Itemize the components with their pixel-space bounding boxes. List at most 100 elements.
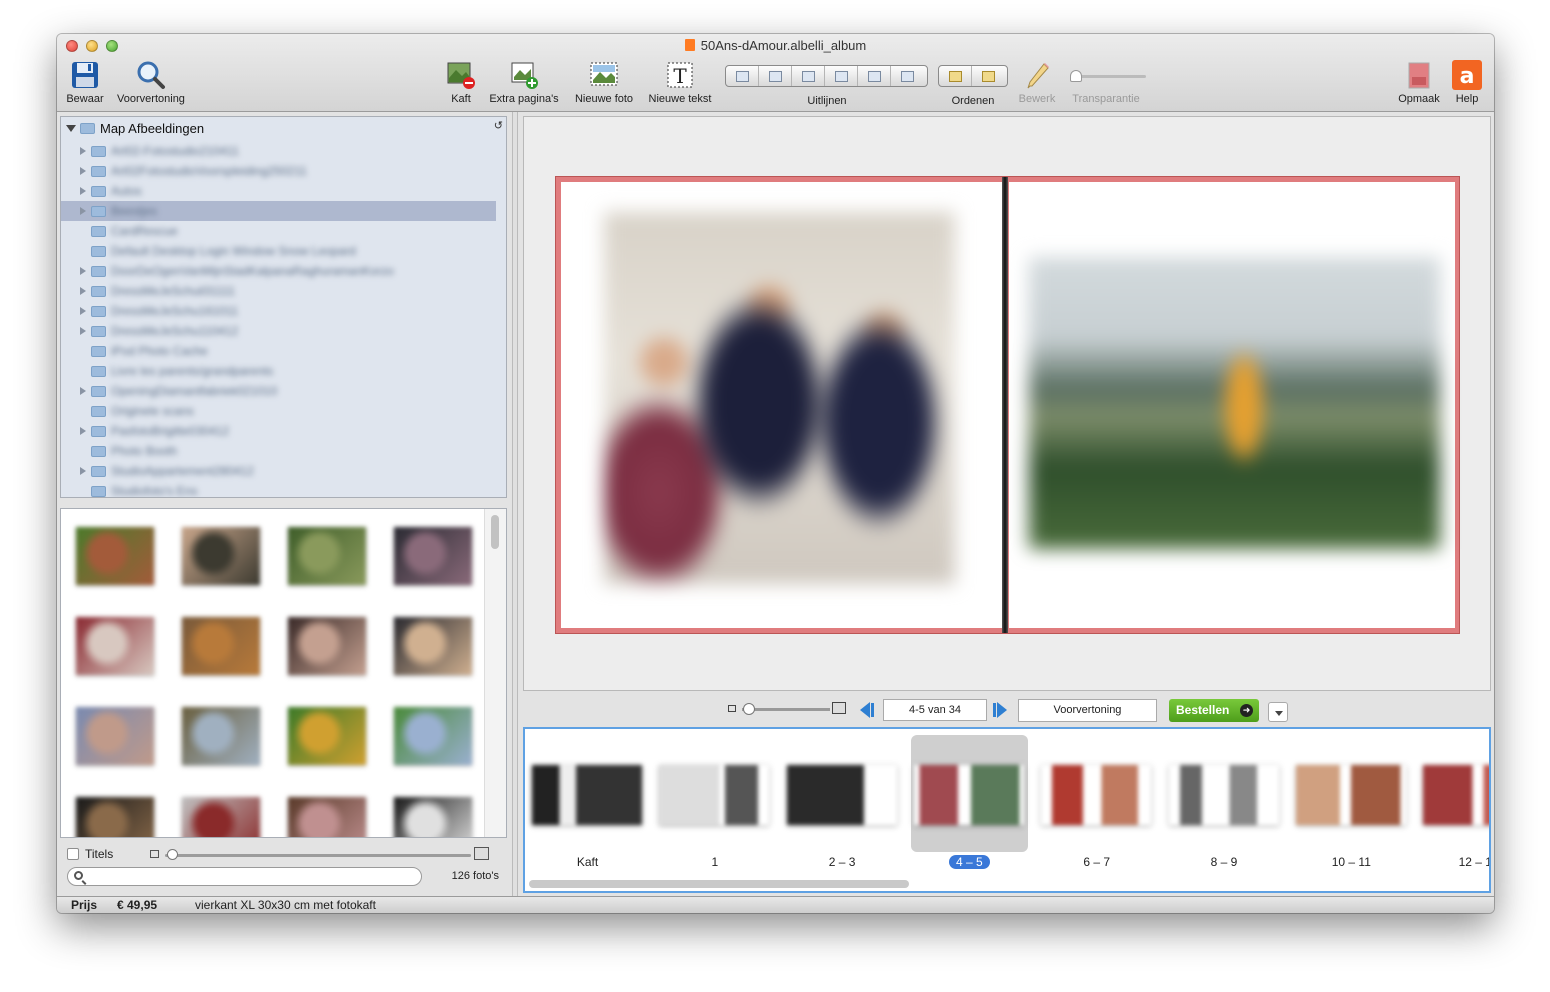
send-backward-button[interactable] xyxy=(972,66,1005,86)
disclosure-closed-icon[interactable] xyxy=(80,207,86,215)
filmstrip-page[interactable] xyxy=(1166,729,1283,873)
photo-search-field[interactable] xyxy=(67,867,422,886)
disclosure-closed-icon[interactable] xyxy=(80,267,86,275)
filmstrip-thumbnail[interactable] xyxy=(1041,765,1152,825)
bring-forward-button[interactable] xyxy=(939,66,972,86)
folder-item[interactable]: StudioAppartement280412 xyxy=(61,461,497,481)
photo-thumbnail[interactable] xyxy=(182,617,260,675)
disclosure-closed-icon[interactable] xyxy=(80,427,86,435)
filmstrip-page[interactable] xyxy=(529,729,646,873)
photo-thumbnail[interactable] xyxy=(182,527,260,585)
folder-item[interactable]: Autos xyxy=(61,181,497,201)
filmstrip-thumbnail[interactable] xyxy=(1423,765,1489,825)
filmstrip-thumbnail[interactable] xyxy=(659,765,770,825)
help-button[interactable]: a Help xyxy=(1447,60,1487,105)
search-input[interactable] xyxy=(88,869,408,884)
new-photo-button[interactable]: Nieuwe foto xyxy=(569,60,639,105)
photo-thumbnail[interactable] xyxy=(394,527,472,585)
folder-item[interactable]: DressMeJeSchu110412 xyxy=(61,321,497,341)
disclosure-closed-icon[interactable] xyxy=(80,287,86,295)
zoom-slider[interactable] xyxy=(728,702,846,715)
photo-thumbnail[interactable] xyxy=(288,527,366,585)
folder-item[interactable]: Photo Booth xyxy=(61,441,497,461)
filmstrip-thumbnail[interactable] xyxy=(1295,765,1406,825)
photo-thumbnail[interactable] xyxy=(288,617,366,675)
zoom-knob[interactable] xyxy=(743,703,755,715)
disclosure-closed-icon[interactable] xyxy=(80,467,86,475)
disclosure-closed-icon[interactable] xyxy=(80,327,86,335)
folder-item[interactable]: Default Desktop Login Window Snow Leopar… xyxy=(61,241,497,261)
order-button[interactable]: Bestellen ➜ xyxy=(1169,699,1259,722)
filmstrip-page[interactable] xyxy=(910,735,1028,852)
filmstrip-page[interactable] xyxy=(1038,729,1155,873)
sidebar-splitter[interactable] xyxy=(512,112,518,896)
save-button[interactable]: Bewaar xyxy=(62,60,108,105)
preview-button[interactable]: Voorvertoning xyxy=(111,60,191,105)
photo-thumbnail[interactable] xyxy=(394,797,472,837)
filmstrip-page[interactable] xyxy=(784,729,901,873)
folder-item[interactable]: PasfotoBrigitte030412 xyxy=(61,421,497,441)
transparency-slider-knob[interactable] xyxy=(1070,70,1082,82)
photo-thumbnail[interactable] xyxy=(76,617,154,675)
disclosure-closed-icon[interactable] xyxy=(80,307,86,315)
folder-item[interactable]: DressMeJeSchu161011 xyxy=(61,301,497,321)
align-center-button[interactable] xyxy=(759,66,792,86)
align-left-button[interactable] xyxy=(726,66,759,86)
folder-item[interactable]: CardRescue xyxy=(61,221,497,241)
photo-thumbnail[interactable] xyxy=(182,707,260,765)
filmstrip-thumbnail[interactable] xyxy=(532,765,642,825)
photo-thumbnail[interactable] xyxy=(394,617,472,675)
folder-item[interactable]: Studiofoto's Ens xyxy=(61,481,497,497)
align-right-button[interactable] xyxy=(792,66,825,86)
folder-item[interactable]: iPod Photo Cache xyxy=(61,341,497,361)
new-text-button[interactable]: T Nieuwe tekst xyxy=(644,60,716,105)
cover-button[interactable]: Kaft xyxy=(441,60,481,105)
folder-item[interactable]: DressMeJeSchuil31111 xyxy=(61,281,497,301)
photo-thumbnail[interactable] xyxy=(288,797,366,837)
filmstrip-thumbnail[interactable] xyxy=(913,765,1024,825)
refresh-icon[interactable]: ↺ xyxy=(494,119,503,132)
folder-item[interactable]: Art02-Fotostudio210411 xyxy=(61,141,497,161)
folder-item[interactable]: Livre les parents/grandparents xyxy=(61,361,497,381)
previous-page-button[interactable] xyxy=(859,702,877,718)
folder-item[interactable]: Originele scans xyxy=(61,401,497,421)
transparency-slider[interactable]: Transparantie xyxy=(1063,60,1149,105)
disclosure-open-icon[interactable] xyxy=(66,125,76,132)
layout-button[interactable]: Opmaak xyxy=(1393,60,1445,105)
photo-thumbnail[interactable] xyxy=(76,707,154,765)
align-bottom-button[interactable] xyxy=(891,66,924,86)
photo-thumbnail[interactable] xyxy=(76,797,154,837)
extra-pages-button[interactable]: Extra pagina's xyxy=(485,60,563,105)
edit-button[interactable]: Bewerk xyxy=(1015,60,1059,105)
folder-item[interactable]: DoorDeOgenVanMijnStadKalpanaRaghuramanKo… xyxy=(61,261,497,281)
photo-thumbnail[interactable] xyxy=(182,797,260,837)
titles-checkbox[interactable] xyxy=(67,848,79,860)
thumbnail-size-slider[interactable] xyxy=(150,847,490,861)
filmstrip-thumbnail[interactable] xyxy=(1168,765,1279,825)
photo-thumbnail[interactable] xyxy=(394,707,472,765)
photo-scrollbar[interactable] xyxy=(484,509,506,837)
splitter-handle[interactable]: ▲ xyxy=(281,495,289,497)
photo-family-portrait[interactable] xyxy=(604,212,955,584)
scrollbar-knob[interactable] xyxy=(491,515,499,549)
slider-knob[interactable] xyxy=(167,849,178,860)
photo-thumbnail[interactable] xyxy=(288,707,366,765)
disclosure-closed-icon[interactable] xyxy=(80,387,86,395)
filmstrip-page[interactable] xyxy=(1420,729,1489,873)
folder-item[interactable]: OpeningDiamantfabriek021010 xyxy=(61,381,497,401)
folder-item[interactable]: Beestjes xyxy=(61,201,496,221)
disclosure-closed-icon[interactable] xyxy=(80,147,86,155)
page-spread[interactable] xyxy=(555,176,1460,634)
filmstrip-scrollbar[interactable] xyxy=(529,880,909,888)
left-page[interactable] xyxy=(561,182,1004,628)
filmstrip-page[interactable] xyxy=(1293,729,1410,873)
next-page-button[interactable] xyxy=(992,702,1010,718)
photo-garden-scene[interactable] xyxy=(1029,257,1440,549)
root-folder[interactable]: Map Afbeeldingen xyxy=(66,121,204,136)
filmstrip-thumbnail[interactable] xyxy=(786,765,897,825)
order-options-dropdown[interactable] xyxy=(1268,702,1288,722)
align-top-button[interactable] xyxy=(825,66,858,86)
photo-thumbnail[interactable] xyxy=(76,527,154,585)
preview-album-button[interactable]: Voorvertoning xyxy=(1018,699,1157,722)
disclosure-closed-icon[interactable] xyxy=(80,187,86,195)
